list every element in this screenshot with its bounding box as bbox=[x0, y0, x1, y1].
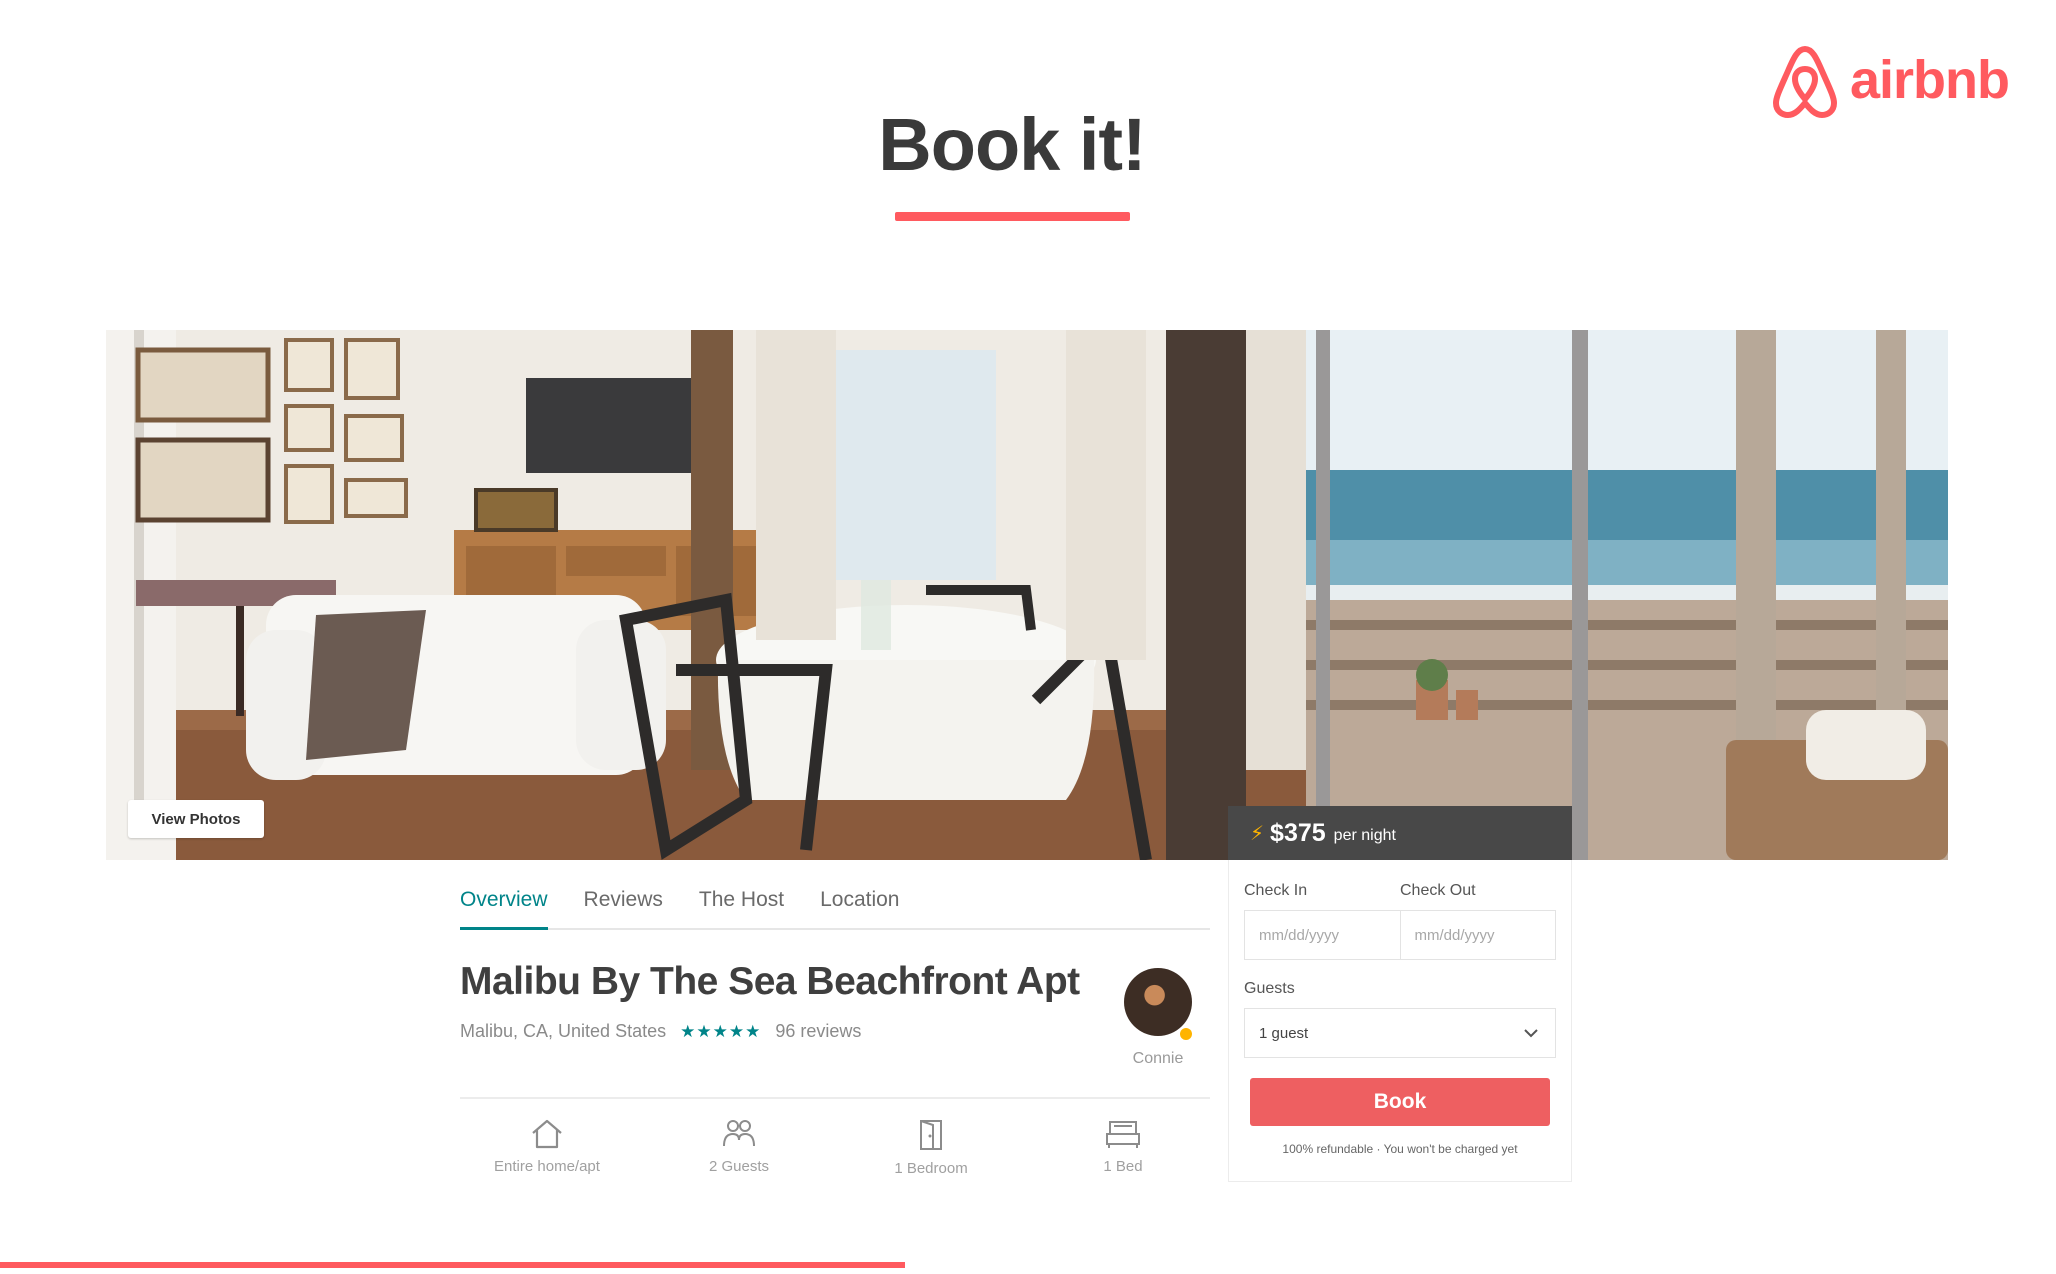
amenity-entire-home: Entire home/apt bbox=[472, 1118, 622, 1175]
price-header: ⚡ $375 per night bbox=[1228, 806, 1572, 860]
info-divider bbox=[460, 1097, 1210, 1099]
amenity-guests: 2 Guests bbox=[664, 1118, 814, 1175]
superhost-badge bbox=[1180, 1028, 1192, 1040]
amenity-bedroom: 1 Bedroom bbox=[856, 1118, 1006, 1177]
listing-meta: Malibu, CA, United States ★★★★★ 96 revie… bbox=[460, 1021, 861, 1042]
tab-reviews[interactable]: Reviews bbox=[584, 870, 663, 928]
home-icon bbox=[532, 1119, 562, 1149]
listing-tabs: Overview Reviews The Host Location bbox=[460, 870, 1210, 930]
check-out-label: Check Out bbox=[1400, 882, 1476, 899]
amenity-label: Entire home/apt bbox=[494, 1158, 600, 1175]
guests-label: Guests bbox=[1244, 980, 1295, 997]
listing-hero-image[interactable] bbox=[106, 330, 1948, 860]
amenity-label: 1 Bed bbox=[1103, 1158, 1143, 1175]
hero-photo-illustration bbox=[106, 330, 1948, 860]
bed-icon bbox=[1106, 1121, 1140, 1148]
per-night-label: per night bbox=[1333, 827, 1396, 844]
guests-icon bbox=[723, 1120, 755, 1147]
amenity-bed: 1 Bed bbox=[1048, 1118, 1198, 1175]
tab-the-host[interactable]: The Host bbox=[699, 870, 784, 928]
guests-select[interactable]: 1 guest bbox=[1244, 1008, 1556, 1058]
refund-note: 100% refundable · You won't be charged y… bbox=[1282, 1142, 1518, 1156]
guests-value: 1 guest bbox=[1259, 1024, 1309, 1042]
tab-location[interactable]: Location bbox=[820, 870, 899, 928]
host-name: Connie bbox=[1132, 1050, 1184, 1067]
rating-stars: ★★★★★ bbox=[680, 1021, 762, 1041]
check-out-input[interactable]: mm/dd/yyyy bbox=[1399, 911, 1556, 959]
chevron-down-icon bbox=[1524, 1029, 1538, 1038]
reviews-count[interactable]: 96 reviews bbox=[775, 1021, 861, 1042]
slide-title: Book it! bbox=[878, 103, 1146, 186]
amenity-label: 2 Guests bbox=[708, 1158, 770, 1175]
tab-overview[interactable]: Overview bbox=[460, 870, 548, 930]
instant-book-icon: ⚡ bbox=[1250, 822, 1265, 845]
door-icon bbox=[920, 1120, 942, 1150]
amenity-label: 1 Bedroom bbox=[894, 1160, 968, 1177]
view-photos-button[interactable]: View Photos bbox=[128, 800, 264, 838]
host-avatar[interactable] bbox=[1124, 968, 1192, 1036]
title-underline bbox=[895, 212, 1130, 221]
check-in-label: Check In bbox=[1244, 882, 1308, 899]
listing-title: Malibu By The Sea Beachfront Apt bbox=[460, 960, 1080, 1003]
check-in-input[interactable]: mm/dd/yyyy bbox=[1245, 911, 1400, 959]
slide-progress-bar bbox=[0, 1262, 905, 1268]
book-button[interactable]: Book bbox=[1250, 1078, 1550, 1126]
listing-location: Malibu, CA, United States bbox=[460, 1021, 667, 1041]
date-range-input: mm/dd/yyyy mm/dd/yyyy bbox=[1244, 910, 1556, 960]
nightly-price: $375 bbox=[1270, 818, 1326, 847]
